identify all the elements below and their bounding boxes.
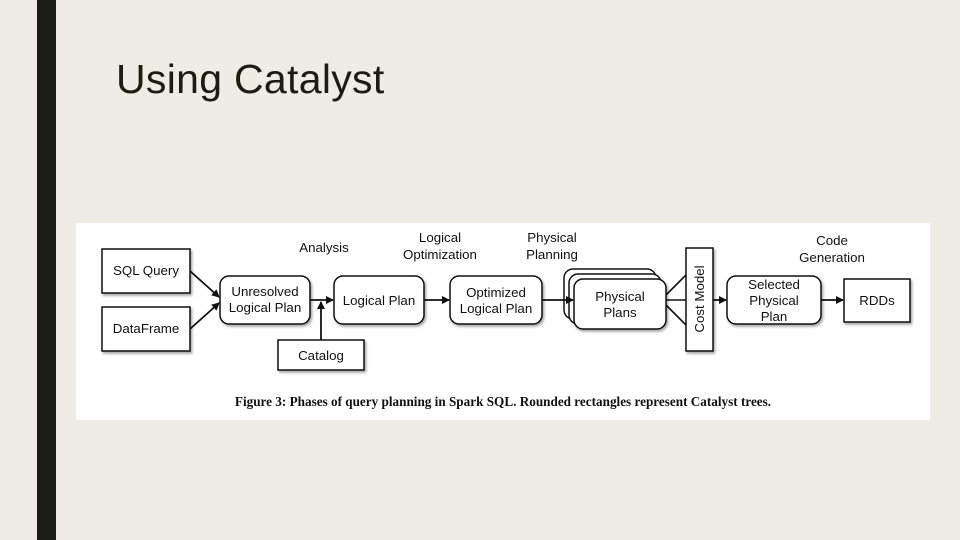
svg-text:Physical: Physical — [749, 293, 799, 308]
svg-text:Selected: Selected — [748, 277, 800, 292]
slide-title: Using Catalyst — [116, 56, 385, 102]
node-catalog: Catalog — [277, 339, 365, 371]
svg-text:Logical Plan: Logical Plan — [343, 293, 415, 308]
node-sql-query: SQL Query — [101, 248, 191, 294]
phase-label-code-generation-2: Generation — [799, 250, 865, 265]
phase-label-code-generation-1: Code — [816, 233, 848, 248]
phase-label-logical-optimization-2: Optimization — [403, 247, 477, 262]
svg-text:Cost Model: Cost Model — [692, 265, 707, 332]
svg-text:RDDs: RDDs — [859, 293, 895, 308]
edge-physical-plans-to-cost-model-3 — [665, 304, 687, 326]
svg-text:SQL Query: SQL Query — [113, 263, 179, 278]
svg-text:Plan: Plan — [761, 309, 788, 324]
node-logical-plan: Logical Plan — [333, 275, 425, 325]
node-selected-physical-plan: Selected Physical Plan — [726, 275, 822, 325]
node-rdds: RDDs — [843, 278, 911, 323]
svg-text:Catalog: Catalog — [298, 348, 344, 363]
edge-sql-query-to-unresolved — [189, 270, 220, 298]
edge-physical-plans-to-cost-model-1 — [665, 274, 687, 296]
phase-label-analysis: Analysis — [299, 240, 349, 255]
phase-label-logical-optimization-1: Logical — [419, 230, 461, 245]
phase-label-physical-planning-2: Planning — [526, 247, 578, 262]
figure-caption: Figure 3: Phases of query planning in Sp… — [234, 394, 772, 409]
accent-bar — [37, 0, 56, 540]
node-physical-plans: Physical Plans — [563, 268, 667, 330]
svg-text:Plans: Plans — [603, 305, 637, 320]
svg-text:Physical: Physical — [595, 289, 645, 304]
node-unresolved-logical-plan: Unresolved Logical Plan — [219, 275, 311, 325]
svg-text:Logical Plan: Logical Plan — [229, 300, 301, 315]
figure-query-planning: Analysis Logical Optimization Physical P… — [76, 223, 930, 420]
node-cost-model: Cost Model — [685, 247, 714, 352]
edge-dataframe-to-unresolved — [189, 302, 220, 330]
svg-text:Unresolved: Unresolved — [231, 284, 298, 299]
svg-text:Logical Plan: Logical Plan — [460, 301, 532, 316]
diagram-canvas: Analysis Logical Optimization Physical P… — [101, 230, 911, 371]
node-optimized-logical-plan: Optimized Logical Plan — [449, 275, 543, 325]
svg-text:DataFrame: DataFrame — [113, 321, 180, 336]
phase-label-physical-planning-1: Physical — [527, 230, 577, 245]
svg-text:Optimized: Optimized — [466, 285, 526, 300]
node-dataframe: DataFrame — [101, 306, 191, 352]
